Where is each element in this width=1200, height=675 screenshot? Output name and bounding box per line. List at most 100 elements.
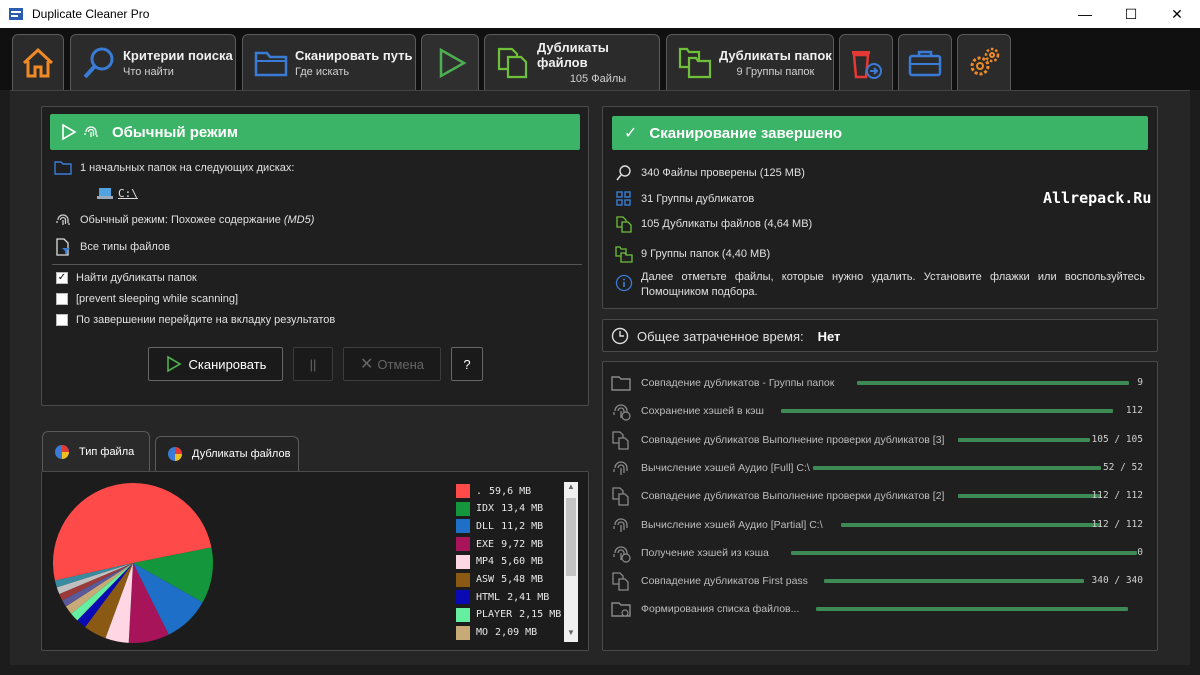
chart-legend: . 59,6 MB IDX 13,4 MB DLL 11,2 MB EXE 9,72 MB MP… xyxy=(456,483,566,643)
pause-button[interactable]: || xyxy=(293,347,333,381)
option-goto-results[interactable]: По завершении перейдите на вкладку резул… xyxy=(56,314,335,326)
option-find-folders-checkbox[interactable]: ✓ xyxy=(56,272,68,284)
option-prevent-sleep-checkbox[interactable] xyxy=(56,293,68,305)
legend-item: MP4 5,60 MB xyxy=(456,554,543,570)
legend-scrollbar[interactable]: ▲ ▼ xyxy=(564,482,578,642)
legend-value: 2,15 MB xyxy=(519,609,562,621)
tab-dup-files-sub: 105 Файлы xyxy=(569,73,627,85)
progress-value: 0 xyxy=(1137,546,1143,558)
legend-label: . xyxy=(476,485,483,497)
scan-button[interactable]: Сканировать xyxy=(148,347,283,381)
legend-label: HTML xyxy=(476,591,501,603)
tab-duplicate-folders[interactable]: Дубликаты папок 9 Группы папок xyxy=(666,34,834,90)
legend-item: DLL 11,2 MB xyxy=(456,518,543,534)
legend-item: EXE 9,72 MB xyxy=(456,536,543,552)
tab-settings[interactable] xyxy=(957,34,1011,90)
progress-value: 112 / 112 xyxy=(1091,518,1143,530)
filetypes-row: Все типы файлов xyxy=(54,238,170,256)
maximize-button[interactable]: ☐ xyxy=(1108,0,1154,28)
progress-bar xyxy=(841,522,1101,527)
help-button[interactable]: ? xyxy=(451,347,483,381)
duplicate-folders-icon xyxy=(615,246,633,263)
legend-value: 5,60 MB xyxy=(501,556,544,568)
help-icon: ? xyxy=(463,356,471,372)
watermark: Allrepack.Ru xyxy=(1043,189,1152,207)
elapsed-time-label: Общее затраченное время: xyxy=(637,328,804,344)
scan-mode-title: Обычный режим xyxy=(112,123,238,141)
cancel-button-label: Отмена xyxy=(377,356,425,372)
progress-value: 112 xyxy=(1125,405,1143,417)
option-find-folders-label: Найти дубликаты папок xyxy=(76,272,197,284)
progress-label: Вычисление хэшей Аудио [Full] C:\ xyxy=(641,461,810,474)
search-icon xyxy=(616,165,631,181)
close-button[interactable]: ✕ xyxy=(1154,0,1200,28)
mode-hash: (MD5) xyxy=(283,214,315,226)
scroll-up-icon[interactable]: ▲ xyxy=(564,482,578,496)
scroll-down-icon[interactable]: ▼ xyxy=(564,628,578,642)
option-find-folders[interactable]: ✓ Найти дубликаты папок xyxy=(56,272,197,284)
play-icon xyxy=(166,355,182,373)
progress-bar xyxy=(824,579,1084,584)
tab-dup-files-chart-label: Дубликаты файлов xyxy=(192,448,291,460)
pie-chart-icon xyxy=(55,444,69,459)
progress-label: Совпадение дубликатов Выполнение проверк… xyxy=(641,490,945,503)
gears-icon xyxy=(970,47,1000,75)
tab-delete[interactable] xyxy=(839,34,893,90)
drive-label[interactable]: C:\ xyxy=(118,187,138,200)
progress-row: Совпадение дубликатов - Группы папок xyxy=(611,371,834,395)
drive-row[interactable]: C:\ xyxy=(96,184,138,202)
tab-file-type[interactable]: Тип файла xyxy=(42,431,150,471)
progress-icon xyxy=(613,517,628,532)
progress-icon xyxy=(612,430,629,450)
mode-text: Обычный режим: Похожее содержание xyxy=(80,214,281,226)
progress-row: Сохранение хэшей в кэш xyxy=(611,399,764,423)
legend-value: 2,41 MB xyxy=(507,591,550,603)
duplicate-files-icon xyxy=(616,216,632,233)
stat-dup-files-text: 105 Дубликаты файлов (4,64 MB) xyxy=(641,218,813,230)
home-icon xyxy=(22,47,54,77)
scrollbar-thumb[interactable] xyxy=(566,498,576,576)
start-folders-row: 1 начальных папок на следующих дисках: xyxy=(54,159,294,177)
tab-search-criteria[interactable]: Критерии поиска Что найти xyxy=(70,34,236,90)
legend-swatch xyxy=(456,554,470,569)
progress-value: 340 / 340 xyxy=(1091,575,1143,587)
tab-tools[interactable] xyxy=(898,34,952,90)
legend-swatch xyxy=(456,484,470,498)
file-type-pie-chart xyxy=(53,483,214,643)
progress-panel: Совпадение дубликатов - Группы папок 9 Сох… xyxy=(602,361,1158,651)
progress-bar xyxy=(781,409,1113,414)
cancel-x-icon: ✕ xyxy=(359,356,374,373)
info-icon xyxy=(615,274,633,292)
trash-move-icon xyxy=(852,50,882,79)
cancel-button[interactable]: ✕ Отмена xyxy=(343,347,441,381)
file-filter-icon xyxy=(56,238,70,256)
folder-icon xyxy=(54,161,72,175)
tab-scan[interactable] xyxy=(421,34,479,90)
legend-item: PLAYER 2,15 MB xyxy=(456,607,561,623)
legend-label: IDX xyxy=(476,503,495,515)
option-prevent-sleep-label: [prevent sleeping while scanning] xyxy=(76,293,239,305)
scan-result-panel: ✓ Сканирование завершено 340 Файлы прове… xyxy=(602,106,1158,309)
info-row: Далее отметьте файлы, которые нужно удал… xyxy=(615,270,1145,300)
scan-button-label: Сканировать xyxy=(188,356,267,372)
legend-item: ASW 5,48 MB xyxy=(456,572,543,588)
progress-bar xyxy=(816,607,1128,612)
progress-label: Совпадение дубликатов - Группы папок xyxy=(641,377,835,389)
option-goto-results-checkbox[interactable] xyxy=(56,314,68,326)
legend-label: ASW xyxy=(476,574,495,585)
option-prevent-sleep[interactable]: [prevent sleeping while scanning] xyxy=(56,293,238,305)
legend-item: . 59,6 MB xyxy=(456,483,531,499)
filetypes-text: Все типы файлов xyxy=(80,241,170,253)
legend-swatch xyxy=(456,537,470,552)
toolbox-icon xyxy=(908,50,942,76)
divider xyxy=(52,264,582,265)
legend-label: MO xyxy=(476,627,489,639)
elapsed-time-row: Общее затраченное время: Нет xyxy=(611,327,840,345)
tab-scan-path[interactable]: Сканировать путь Где искать xyxy=(242,34,416,90)
tab-duplicate-files[interactable]: Дубликаты файлов 105 Файлы xyxy=(484,34,660,90)
tab-home[interactable] xyxy=(12,34,64,90)
minimize-button[interactable]: — xyxy=(1062,0,1108,28)
play-outline-icon xyxy=(62,123,77,141)
legend-label: PLAYER xyxy=(476,609,513,621)
tab-dup-files-chart[interactable]: Дубликаты файлов xyxy=(155,436,299,471)
